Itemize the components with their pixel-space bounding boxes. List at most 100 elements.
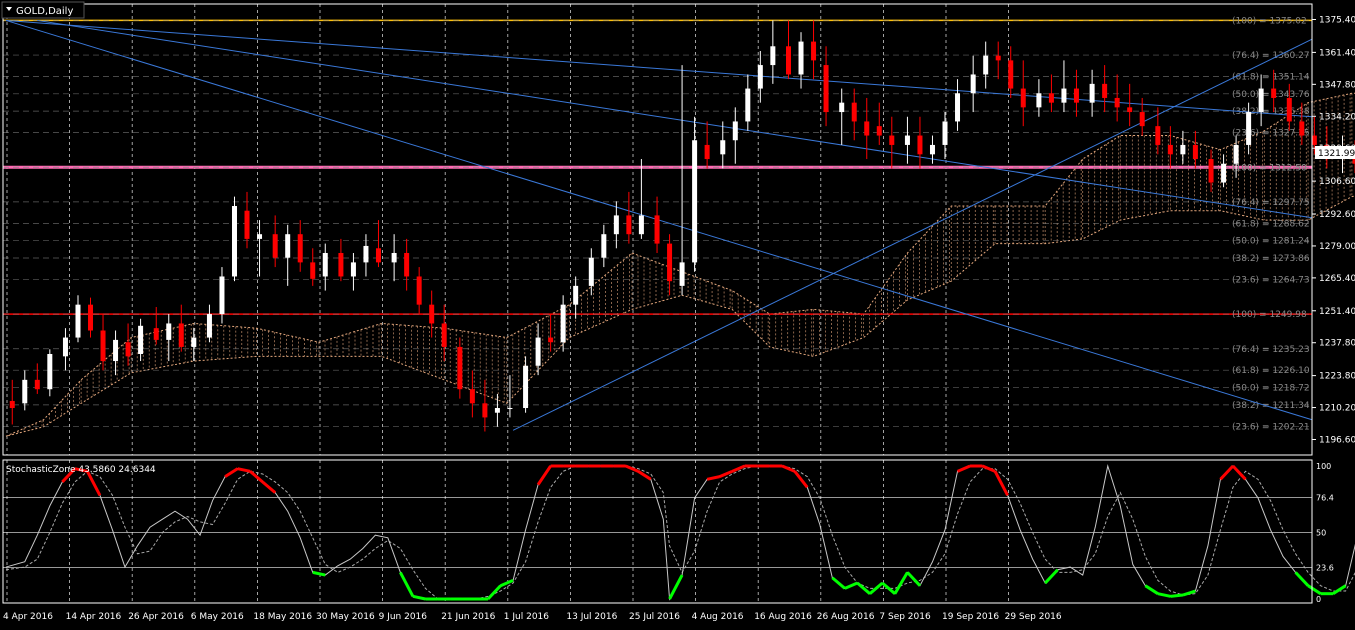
- candle-bear: [100, 330, 106, 362]
- stoch-level-label: 100: [1316, 462, 1331, 471]
- candle-bear: [1139, 112, 1145, 127]
- candle-bull: [904, 135, 910, 145]
- fib-middle-label: (38.2) = 1273.86: [1232, 254, 1310, 264]
- fib-lower-label: (76.4) = 1235.23: [1232, 345, 1310, 355]
- fib-upper-label: (61.8) = 1351.14: [1232, 72, 1310, 82]
- candle-bear: [1008, 60, 1014, 89]
- stoch-level-label: 76.4: [1316, 493, 1334, 502]
- candle-bear: [864, 121, 870, 136]
- candle-bear: [667, 243, 673, 282]
- date-tick-label: 16 Aug 2016: [754, 612, 812, 622]
- price-tick-label: 1361.40: [1319, 48, 1355, 58]
- price-tick-label: 1265.40: [1319, 274, 1355, 284]
- price-tick-label: 1251.40: [1319, 307, 1355, 317]
- candle-bull: [507, 408, 513, 410]
- fib-lower-label: (38.2) = 1211.34: [1232, 401, 1310, 411]
- date-tick-label: 30 May 2016: [316, 612, 375, 622]
- candle-bull: [138, 325, 144, 354]
- candle-bull: [1036, 93, 1042, 108]
- date-tick-label: 4 Apr 2016: [3, 612, 53, 622]
- chart-title: GOLD,Daily: [16, 6, 73, 17]
- fib-lower-label: (23.6) = 1202.21: [1232, 422, 1310, 432]
- candle-bear: [1271, 88, 1277, 98]
- candle-bull: [679, 262, 685, 286]
- candle-bull: [1221, 163, 1227, 183]
- fib-lower-label: (61.8) = 1226.10: [1232, 366, 1310, 376]
- candle-bear: [876, 126, 882, 136]
- candle-bull: [494, 408, 500, 413]
- candle-bear: [1299, 121, 1305, 136]
- candle-bull: [350, 262, 356, 277]
- price-tick-label: 1334.20: [1319, 112, 1355, 122]
- date-tick-label: 7 Sep 2016: [879, 612, 931, 622]
- date-tick-label: 18 May 2016: [253, 612, 312, 622]
- candle-bull: [955, 93, 961, 122]
- price-tick-label: 1223.80: [1319, 372, 1355, 382]
- candle-bear: [153, 328, 159, 340]
- candle-bull: [1180, 144, 1186, 155]
- date-tick-label: 26 Apr 2016: [128, 612, 184, 622]
- candle-bear: [297, 234, 303, 263]
- candle-bull: [75, 304, 81, 338]
- candle-bull: [613, 215, 619, 235]
- candle-bull: [22, 379, 28, 404]
- date-tick-label: 14 Apr 2016: [66, 612, 122, 622]
- date-tick-label: 4 Aug 2016: [692, 612, 744, 622]
- stoch-level-label: 50: [1316, 529, 1326, 538]
- fib-upper-label: (50.0) = 1343.76: [1232, 90, 1310, 100]
- fib-middle-label: (23.6) = 1264.73: [1232, 275, 1310, 285]
- fib-lower-label: (50.0) = 1218.72: [1232, 384, 1310, 394]
- candle-bear: [1102, 83, 1108, 98]
- candle-bull: [573, 285, 579, 305]
- candle-bear: [272, 234, 278, 258]
- chart-window: (100) = 1375.02 (76.4) = 1360.27 (61.8) = …: [0, 0, 1355, 626]
- fib-lower-label: (100) = 1249.98: [1232, 310, 1307, 320]
- candle-bull: [692, 140, 698, 263]
- candle-bear: [178, 323, 184, 347]
- candle-bear: [1286, 97, 1292, 122]
- candle-bear: [457, 346, 463, 390]
- candle-bull: [47, 353, 53, 390]
- stoch-oversold-segment: [1170, 593, 1184, 598]
- candle-bear: [1073, 88, 1079, 103]
- stoch-level-label: 23.6: [1316, 564, 1334, 573]
- price-tick-label: 1210.20: [1319, 404, 1355, 414]
- fib-middle-label: (61.8) = 1288.62: [1232, 219, 1310, 229]
- candle-bear: [441, 323, 447, 347]
- current-price-label: 1321.99: [1318, 149, 1355, 159]
- candle-bull: [798, 41, 804, 75]
- candle-bull: [285, 234, 291, 258]
- price-tick-label: 1347.80: [1319, 80, 1355, 90]
- candle-bear: [1311, 135, 1317, 145]
- candle-bear: [34, 379, 40, 390]
- price-tick-label: 1279.00: [1319, 242, 1355, 252]
- date-tick-label: 26 Aug 2016: [817, 612, 875, 622]
- chart-title-box[interactable]: GOLD,Daily: [1, 1, 85, 19]
- date-tick-label: 1 Jul 2016: [504, 612, 549, 622]
- date-tick-label: 21 Jun 2016: [441, 612, 495, 622]
- candle-bull: [929, 144, 935, 155]
- candle-bull: [720, 140, 726, 155]
- candle-bull: [363, 245, 369, 263]
- price-tick-label: 1196.60: [1319, 435, 1355, 445]
- candle-bull: [62, 337, 68, 357]
- candle-bear: [1114, 97, 1120, 108]
- candle-bear: [889, 135, 895, 145]
- candle-bull: [638, 215, 644, 235]
- candle-bull: [535, 337, 541, 366]
- candle-bear: [786, 46, 791, 75]
- date-tick-label: 6 May 2016: [191, 612, 244, 622]
- fib-middle-label: (76.4) = 1297.75: [1232, 198, 1310, 208]
- candle-bull: [732, 121, 738, 141]
- candle-bear: [811, 41, 817, 61]
- fib-middle-label: (100) = 1312.50: [1232, 163, 1307, 173]
- candle-bear: [375, 248, 381, 263]
- candle-bull: [166, 323, 172, 340]
- candle-bull: [1246, 112, 1252, 145]
- candle-bear: [917, 135, 923, 155]
- candle-bear: [548, 337, 554, 343]
- candle-bull: [1089, 83, 1095, 103]
- candle-bull: [523, 365, 529, 409]
- date-tick-label: 9 Jun 2016: [379, 612, 428, 622]
- date-tick-label: 25 Jul 2016: [629, 612, 680, 622]
